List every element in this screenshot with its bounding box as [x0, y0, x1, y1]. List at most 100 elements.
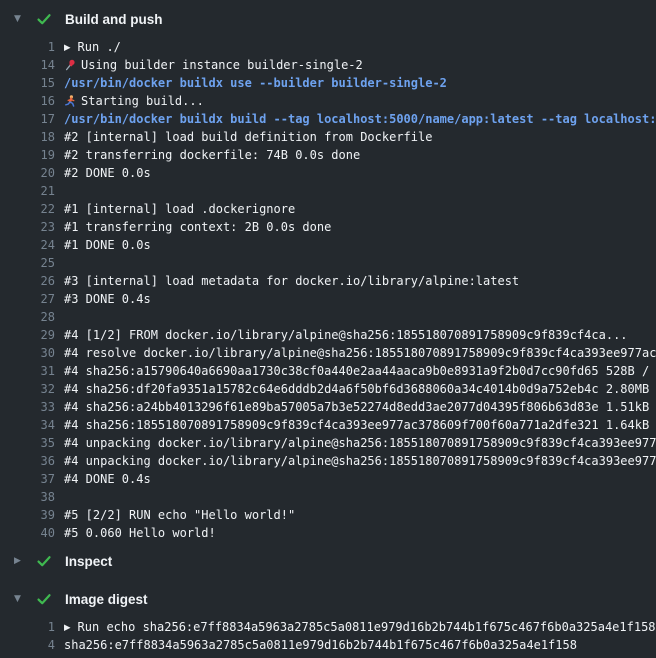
- log-section: ▼ Image digest 1 ▶ Run echo sha256:e7ff88…: [0, 580, 656, 654]
- log-line: 16 Starting build...: [0, 92, 656, 110]
- line-text: #3 [internal] load metadata for docker.i…: [64, 272, 519, 290]
- line-text: #4 unpacking docker.io/library/alpine@sh…: [64, 452, 656, 470]
- group-line-text[interactable]: ▶ Run echo sha256:e7ff8834a5963a2785c5a08…: [64, 618, 656, 636]
- line-number[interactable]: 20: [0, 164, 55, 182]
- line-number[interactable]: 14: [0, 56, 55, 74]
- line-number[interactable]: 18: [0, 128, 55, 146]
- log-line: 38: [0, 488, 656, 506]
- chevron-down-icon[interactable]: ▼: [14, 15, 27, 24]
- line-number[interactable]: 36: [0, 452, 55, 470]
- line-text: #5 [2/2] RUN echo "Hello world!": [64, 506, 295, 524]
- line-text-content[interactable]: Run echo sha256:e7ff8834a5963a2785c5a081…: [78, 620, 656, 634]
- line-text-content: Starting build...: [81, 94, 204, 108]
- line-number[interactable]: 30: [0, 344, 55, 362]
- log-line: 20 #2 DONE 0.0s: [0, 164, 656, 182]
- line-text: #4 sha256:a15790640a6690aa1730c38cf0a440…: [64, 362, 656, 380]
- log-line: 23 #1 transferring context: 2B 0.0s done: [0, 218, 656, 236]
- log-line: 34 #4 sha256:185518070891758909c9f839cf4…: [0, 416, 656, 434]
- log-line: 28: [0, 308, 656, 326]
- line-number[interactable]: 27: [0, 290, 55, 308]
- check-icon: [36, 553, 52, 569]
- line-text-content: #1 DONE 0.0s: [64, 238, 151, 252]
- section-lines: 1 ▶ Run ./ 14 Using builder instance buil…: [0, 38, 656, 542]
- log-line: 33 #4 sha256:a24bb4013296f61e89ba57005a7…: [0, 398, 656, 416]
- line-text-content: #4 sha256:a15790640a6690aa1730c38cf0a440…: [64, 364, 656, 378]
- line-text: #4 [1/2] FROM docker.io/library/alpine@s…: [64, 326, 628, 344]
- chevron-down-icon[interactable]: ▼: [14, 595, 27, 604]
- log-line: 14 Using builder instance builder-single…: [0, 56, 656, 74]
- log-line: 19 #2 transferring dockerfile: 74B 0.0s …: [0, 146, 656, 164]
- line-number[interactable]: 1: [0, 618, 55, 636]
- line-number[interactable]: 38: [0, 488, 55, 506]
- line-text-content: /usr/bin/docker buildx use --builder bui…: [64, 76, 447, 90]
- chevron-right-icon[interactable]: ▶: [14, 557, 27, 566]
- line-text-content: #4 sha256:185518070891758909c9f839cf4ca3…: [64, 418, 656, 432]
- line-number[interactable]: 28: [0, 308, 55, 326]
- log-section: ▶ Inspect: [0, 542, 656, 580]
- line-text: #4 sha256:df20fa9351a15782c64e6dddb2d4a6…: [64, 380, 656, 398]
- line-text: Starting build...: [64, 92, 204, 110]
- line-text-content[interactable]: Run ./: [78, 40, 121, 54]
- section-header-build-and-push[interactable]: ▼ Build and push: [0, 0, 656, 38]
- line-text: Using builder instance builder-single-2: [64, 56, 363, 74]
- log-line: 25: [0, 254, 656, 272]
- line-number[interactable]: 33: [0, 398, 55, 416]
- line-text: #4 sha256:185518070891758909c9f839cf4ca3…: [64, 416, 656, 434]
- log-line: 24 #1 DONE 0.0s: [0, 236, 656, 254]
- log-line: 1 ▶ Run echo sha256:e7ff8834a5963a2785c5a…: [0, 618, 656, 636]
- line-number[interactable]: 32: [0, 380, 55, 398]
- line-text-content: #4 sha256:a24bb4013296f61e89ba57005a7b3e…: [64, 400, 656, 414]
- section-header-image-digest[interactable]: ▼ Image digest: [0, 580, 656, 618]
- line-number[interactable]: 19: [0, 146, 55, 164]
- line-text-content: #1 [internal] load .dockerignore: [64, 202, 295, 216]
- line-text: sha256:e7ff8834a5963a2785c5a0811e979d16b…: [64, 636, 577, 654]
- log-line: 27 #3 DONE 0.4s: [0, 290, 656, 308]
- line-text: #1 DONE 0.0s: [64, 236, 151, 254]
- section-header-inspect[interactable]: ▶ Inspect: [0, 542, 656, 580]
- log-section: ▼ Build and push 1 ▶ Run ./ 14 Using buil…: [0, 0, 656, 542]
- line-number[interactable]: 4: [0, 636, 55, 654]
- line-number[interactable]: 15: [0, 74, 55, 92]
- line-number[interactable]: 22: [0, 200, 55, 218]
- line-text: #2 DONE 0.0s: [64, 164, 151, 182]
- line-number[interactable]: 25: [0, 254, 55, 272]
- line-number[interactable]: 24: [0, 236, 55, 254]
- line-number[interactable]: 31: [0, 362, 55, 380]
- line-number[interactable]: 1: [0, 38, 55, 56]
- line-text: #4 DONE 0.4s: [64, 470, 151, 488]
- expand-triangle-icon[interactable]: ▶: [64, 619, 71, 636]
- pushpin-icon: [64, 59, 76, 71]
- line-number[interactable]: 34: [0, 416, 55, 434]
- line-text: /usr/bin/docker buildx use --builder bui…: [64, 74, 447, 92]
- line-number[interactable]: 16: [0, 92, 55, 110]
- line-text-content: #5 [2/2] RUN echo "Hello world!": [64, 508, 295, 522]
- log-line: 17 /usr/bin/docker buildx build --tag lo…: [0, 110, 656, 128]
- log-line: 4 sha256:e7ff8834a5963a2785c5a0811e979d1…: [0, 636, 656, 654]
- line-text-content: sha256:e7ff8834a5963a2785c5a0811e979d16b…: [64, 638, 577, 652]
- line-text: #3 DONE 0.4s: [64, 290, 151, 308]
- line-text: #4 resolve docker.io/library/alpine@sha2…: [64, 344, 656, 362]
- line-number[interactable]: 26: [0, 272, 55, 290]
- line-number[interactable]: 23: [0, 218, 55, 236]
- line-number[interactable]: 39: [0, 506, 55, 524]
- line-text-content: #1 transferring context: 2B 0.0s done: [64, 220, 331, 234]
- line-number[interactable]: 37: [0, 470, 55, 488]
- line-number[interactable]: 40: [0, 524, 55, 542]
- log-line: 32 #4 sha256:df20fa9351a15782c64e6dddb2d…: [0, 380, 656, 398]
- line-text-content: #5 0.060 Hello world!: [64, 526, 216, 540]
- runner-icon: [64, 95, 76, 107]
- line-text-content: /usr/bin/docker buildx build --tag local…: [64, 112, 656, 126]
- line-number[interactable]: 21: [0, 182, 55, 200]
- expand-triangle-icon[interactable]: ▶: [64, 39, 71, 56]
- line-number[interactable]: 17: [0, 110, 55, 128]
- log-line: 36 #4 unpacking docker.io/library/alpine…: [0, 452, 656, 470]
- group-line-text[interactable]: ▶ Run ./: [64, 38, 121, 56]
- line-text-content: #4 unpacking docker.io/library/alpine@sh…: [64, 436, 656, 450]
- line-number[interactable]: 35: [0, 434, 55, 452]
- line-text-content: #4 resolve docker.io/library/alpine@sha2…: [64, 346, 656, 360]
- line-text-content: #4 DONE 0.4s: [64, 472, 151, 486]
- line-text: #2 transferring dockerfile: 74B 0.0s don…: [64, 146, 360, 164]
- check-icon: [36, 591, 52, 607]
- check-icon: [36, 11, 52, 27]
- line-number[interactable]: 29: [0, 326, 55, 344]
